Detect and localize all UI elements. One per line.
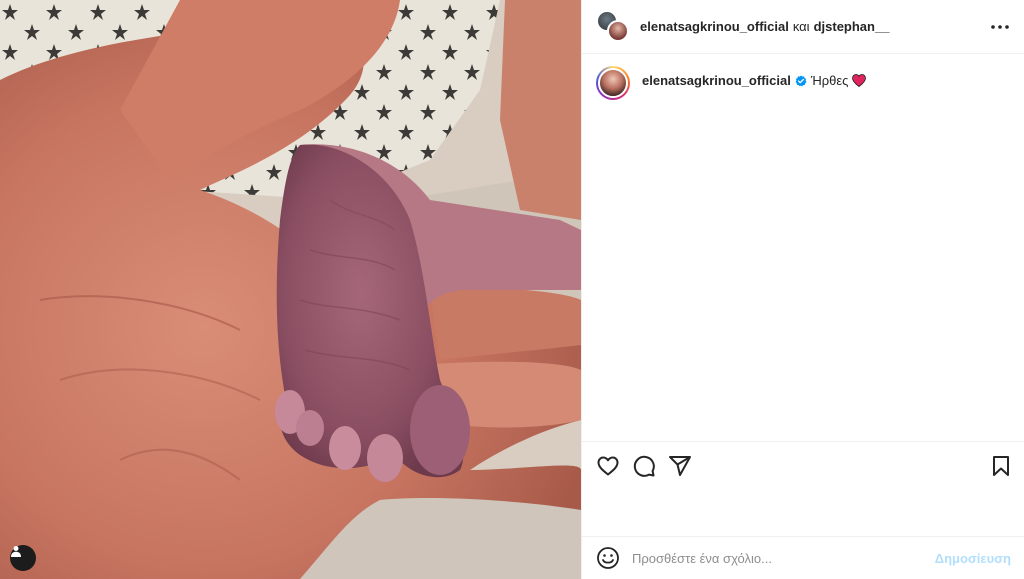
username-link[interactable]: elenatsagkrinou_official [640, 19, 789, 34]
tag-user-button[interactable] [10, 545, 36, 571]
more-options-button[interactable] [989, 17, 1011, 37]
like-button[interactable] [596, 454, 620, 478]
user-tag-icon [11, 546, 21, 557]
collab-avatars[interactable] [596, 9, 630, 44]
post-photo[interactable] [0, 0, 581, 579]
comment-bar: Δημοσίευση [582, 536, 1024, 579]
comment-input[interactable] [632, 550, 922, 566]
caption-message: Ήρθες [810, 73, 849, 88]
heart-outline-icon [597, 456, 619, 476]
conjunction-text: και [792, 19, 810, 34]
post-actions [582, 441, 1024, 487]
caption-text: elenatsagkrinou_official Ήρθες [642, 73, 867, 88]
username-link[interactable]: djstephan__ [814, 19, 890, 34]
post-header: elenatsagkrinou_official και djstephan__ [582, 0, 1024, 54]
more-horizontal-icon [991, 25, 1009, 29]
username-link[interactable]: elenatsagkrinou_official [642, 73, 791, 88]
avatar[interactable] [596, 66, 630, 100]
bookmark-icon [993, 456, 1009, 476]
comment-button[interactable] [632, 454, 656, 478]
emoji-button[interactable] [596, 546, 620, 570]
paper-plane-icon [669, 456, 691, 476]
post-caption: elenatsagkrinou_official Ήρθες [582, 54, 1024, 112]
share-button[interactable] [668, 454, 692, 478]
smiley-icon [597, 547, 619, 569]
avatar[interactable] [607, 19, 629, 42]
post-side-panel: elenatsagkrinou_official και djstephan__… [581, 0, 1024, 579]
verified-badge-icon [795, 75, 807, 86]
red-heart-emoji [852, 74, 867, 87]
save-button[interactable] [989, 454, 1013, 478]
collab-usernames: elenatsagkrinou_official και djstephan__ [640, 19, 889, 34]
comment-bubble-icon [633, 455, 655, 477]
photo-content [0, 0, 581, 579]
post-comment-button[interactable]: Δημοσίευση [935, 551, 1011, 566]
